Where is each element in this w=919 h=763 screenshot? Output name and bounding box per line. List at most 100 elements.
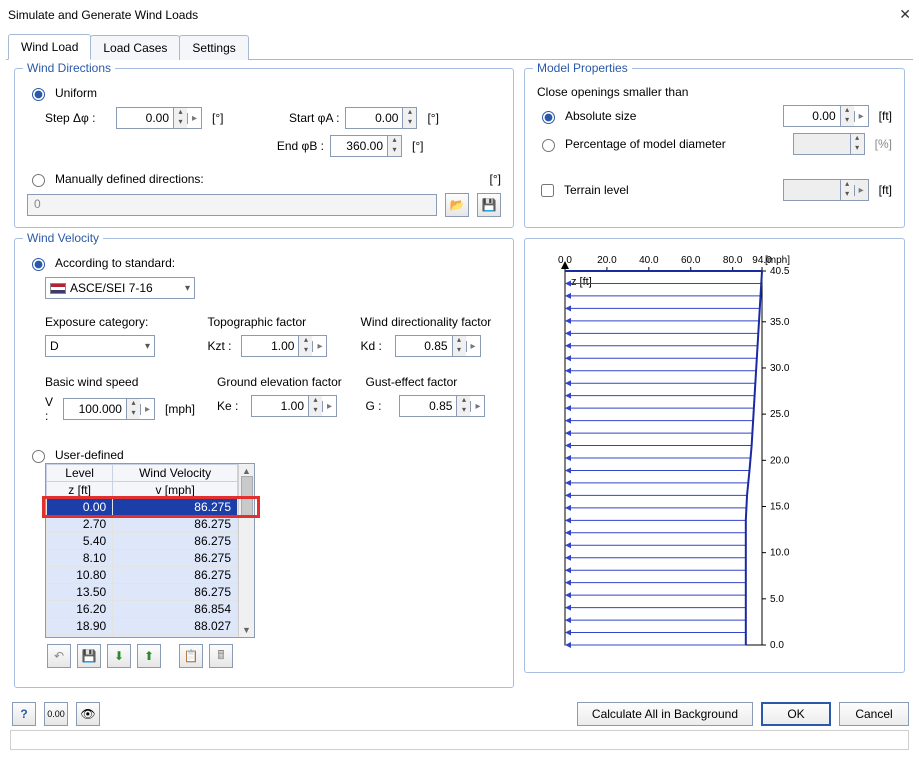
- scroll-thumb[interactable]: [241, 476, 253, 516]
- table-row[interactable]: 18.9088.027: [47, 618, 238, 635]
- svg-text:20.0: 20.0: [770, 455, 790, 466]
- radio-uniform[interactable]: [32, 88, 45, 101]
- label-user-defined: User-defined: [55, 448, 124, 462]
- scroll-down-icon[interactable]: ▼: [242, 625, 251, 635]
- svg-text:[mph]: [mph]: [765, 255, 790, 266]
- save-disk-icon[interactable]: 💾: [77, 644, 101, 668]
- svg-text:40.5: 40.5: [770, 266, 790, 277]
- col-vmph: v [mph]: [113, 482, 238, 499]
- group-wind-directions: Wind Directions Uniform Step Δφ : ▴▾ ▸ […: [14, 68, 514, 228]
- input-step-field[interactable]: [117, 109, 173, 127]
- spinner-down-icon[interactable]: ▾: [403, 118, 416, 128]
- undo-icon[interactable]: ↶: [47, 644, 71, 668]
- unit-v: [mph]: [165, 402, 195, 416]
- label-terrain-level: Terrain level: [564, 183, 777, 197]
- status-bar: [10, 730, 909, 750]
- table-row[interactable]: 2.7086.275: [47, 516, 238, 533]
- help-icon[interactable]: ?: [12, 702, 36, 726]
- tab-strip: Wind Load Load Cases Settings: [0, 33, 919, 59]
- table-row[interactable]: 10.8086.275: [47, 567, 238, 584]
- unit-start: [°]: [427, 111, 438, 125]
- label-ke: Ke :: [217, 399, 245, 413]
- units-icon[interactable]: 0.00: [44, 702, 68, 726]
- calculator-icon[interactable]: 🖩: [209, 644, 233, 668]
- tab-wind-load[interactable]: Wind Load: [8, 34, 91, 60]
- radio-manual[interactable]: [32, 174, 45, 187]
- label-end: End φB :: [264, 139, 324, 153]
- chevron-down-icon: ▾: [145, 341, 150, 352]
- close-icon[interactable]: ✕: [899, 6, 911, 23]
- select-exposure-value: D: [50, 339, 59, 353]
- label-kzt: Kzt :: [207, 339, 235, 353]
- select-standard[interactable]: ASCE/SEI 7-16 ▾: [45, 277, 195, 299]
- table-row[interactable]: 13.5086.275: [47, 584, 238, 601]
- window-title: Simulate and Generate Wind Loads: [8, 8, 198, 22]
- cancel-button[interactable]: Cancel: [839, 702, 909, 726]
- spinner-down-icon[interactable]: ▾: [388, 146, 401, 156]
- svg-text:z [ft]: z [ft]: [571, 276, 592, 288]
- label-v: V :: [45, 395, 57, 423]
- tab-settings[interactable]: Settings: [179, 35, 248, 60]
- view-icon[interactable]: 👁: [76, 702, 100, 726]
- button-calculate-background[interactable]: Calculate All in Background: [577, 702, 753, 726]
- spinner-options-icon[interactable]: ▸: [187, 113, 201, 124]
- svg-text:40.0: 40.0: [639, 255, 659, 266]
- label-exposure-category: Exposure category:: [45, 315, 185, 329]
- input-absolute-size[interactable]: ▴▾ ▸: [783, 105, 869, 127]
- label-directionality: Wind directionality factor: [361, 315, 501, 329]
- folder-open-icon[interactable]: 📂: [445, 193, 469, 217]
- input-start[interactable]: ▴▾: [345, 107, 417, 129]
- scrollbar[interactable]: ▲ ▼: [238, 464, 254, 637]
- unit-step: [°]: [212, 111, 223, 125]
- input-end-field[interactable]: [331, 137, 387, 155]
- svg-text:25.0: 25.0: [770, 409, 790, 420]
- paste-icon[interactable]: 📋: [179, 644, 203, 668]
- label-percentage: Percentage of model diameter: [565, 137, 787, 151]
- table-velocity-profile[interactable]: Level Wind Velocity z [ft] v [mph] 0.008…: [45, 463, 255, 638]
- select-exposure[interactable]: D ▾: [45, 335, 155, 357]
- input-start-field[interactable]: [346, 109, 402, 127]
- label-absolute-size: Absolute size: [565, 109, 777, 123]
- input-step[interactable]: ▴▾ ▸: [116, 107, 202, 129]
- chart-wind-profile: 0.020.040.060.080.094.0[mph]0.05.010.015…: [524, 238, 905, 673]
- select-standard-value: ASCE/SEI 7-16: [70, 281, 153, 295]
- unit-manual: [°]: [490, 172, 501, 186]
- col-velocity: Wind Velocity: [113, 465, 238, 482]
- input-kd[interactable]: ▴▾ ▸: [395, 335, 481, 357]
- table-row[interactable]: 16.2086.854: [47, 601, 238, 618]
- table-row[interactable]: 5.4086.275: [47, 533, 238, 550]
- ok-button[interactable]: OK: [761, 702, 831, 726]
- input-end[interactable]: ▴▾: [330, 135, 402, 157]
- unit-percentage: [%]: [875, 137, 892, 151]
- check-terrain-level[interactable]: [541, 184, 554, 197]
- export-excel-icon[interactable]: ⬇: [107, 644, 131, 668]
- svg-text:20.0: 20.0: [597, 255, 617, 266]
- table-row[interactable]: 0.0086.275: [47, 499, 238, 516]
- input-ke[interactable]: ▴▾ ▸: [251, 395, 337, 417]
- label-close-openings: Close openings smaller than: [537, 85, 688, 99]
- scroll-up-icon[interactable]: ▲: [242, 466, 251, 476]
- svg-text:10.0: 10.0: [770, 548, 790, 559]
- group-model-properties: Model Properties Close openings smaller …: [524, 68, 905, 228]
- radio-user-defined[interactable]: [32, 450, 45, 463]
- radio-absolute-size[interactable]: [542, 111, 555, 124]
- radio-percentage[interactable]: [542, 139, 555, 152]
- label-step: Step Δφ :: [45, 111, 110, 125]
- tab-load-cases[interactable]: Load Cases: [90, 35, 180, 60]
- label-uniform: Uniform: [55, 86, 97, 100]
- table-row[interactable]: 21.6089.055: [47, 635, 238, 638]
- radio-according-standard[interactable]: [32, 258, 45, 271]
- spinner-down-icon[interactable]: ▾: [174, 118, 187, 128]
- unit-absolute: [ft]: [879, 109, 892, 123]
- legend-model-properties: Model Properties: [533, 61, 632, 75]
- save-disk-icon[interactable]: 💾: [477, 193, 501, 217]
- input-manual-directions: 0: [27, 194, 437, 216]
- input-v[interactable]: ▴▾ ▸: [63, 398, 155, 420]
- label-basic-wind-speed: Basic wind speed: [45, 375, 195, 389]
- input-g[interactable]: ▴▾ ▸: [399, 395, 485, 417]
- svg-text:5.0: 5.0: [770, 594, 784, 605]
- table-row[interactable]: 8.1086.275: [47, 550, 238, 567]
- import-excel-icon[interactable]: ⬆: [137, 644, 161, 668]
- label-topographic: Topographic factor: [207, 315, 338, 329]
- input-kzt[interactable]: ▴▾ ▸: [241, 335, 327, 357]
